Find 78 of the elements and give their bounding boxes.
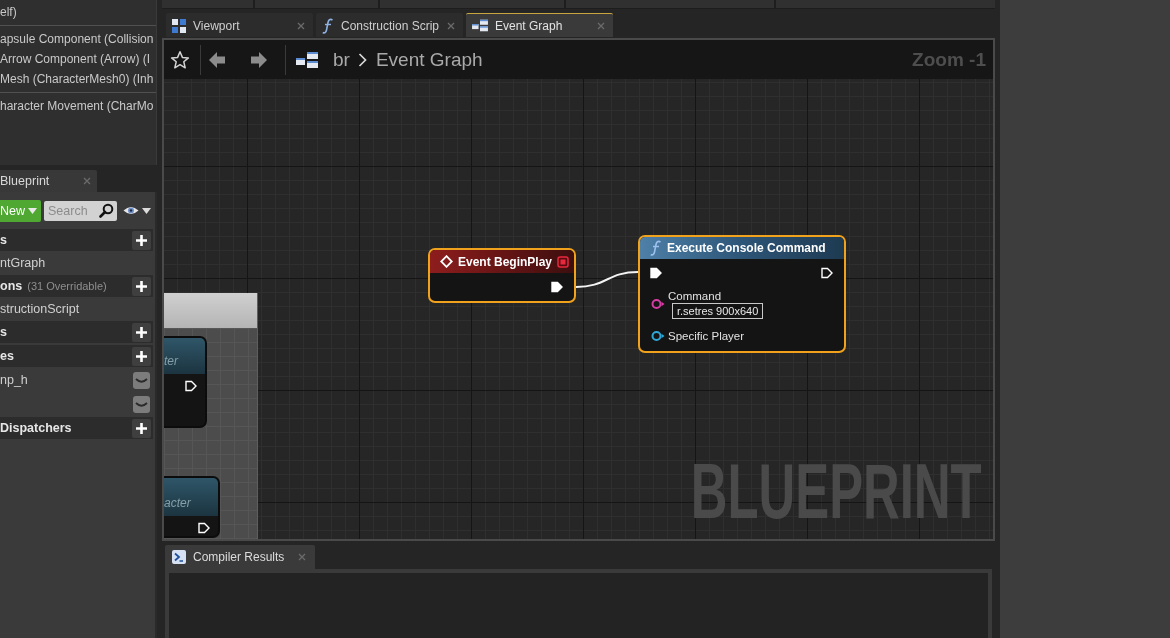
- exec-pin-icon[interactable]: [185, 380, 197, 392]
- node-title: Event BeginPlay: [458, 254, 553, 269]
- graph-node[interactable]: ter: [164, 336, 207, 428]
- component-item[interactable]: Arrow Component (Arrow) (I: [0, 49, 156, 69]
- caret-icon: [142, 207, 151, 214]
- ring-pin-icon[interactable]: [651, 298, 665, 310]
- search-field[interactable]: Search: [44, 200, 117, 221]
- back-arrow-icon[interactable]: [208, 50, 226, 69]
- section-title: ons: [0, 279, 23, 293]
- graph-item[interactable]: structionScript: [0, 299, 153, 319]
- plus-icon: [136, 422, 147, 434]
- breadcrumb-item[interactable]: br: [333, 48, 350, 71]
- caret-icon: [28, 207, 37, 214]
- plus-icon: [136, 350, 147, 362]
- editor-tab[interactable]: Construction Scrip: [316, 13, 463, 37]
- add-button[interactable]: [132, 418, 151, 438]
- zoom-label: Zoom -1: [912, 48, 986, 71]
- view-options-button[interactable]: [123, 205, 151, 216]
- viewport-icon: [172, 18, 186, 33]
- graph-node[interactable]: Execute Console Command Command r.setres 900x640 Specific Player: [638, 235, 846, 353]
- close-icon[interactable]: [297, 21, 305, 30]
- diamond-icon: [440, 255, 453, 268]
- component-item[interactable]: Mesh (CharacterMesh0) (Inh: [0, 69, 156, 89]
- graph-icon: [472, 19, 488, 32]
- component-item[interactable]: elf): [0, 2, 156, 22]
- plus-icon: [136, 326, 147, 338]
- square-pin-icon[interactable]: [557, 255, 569, 268]
- component-item[interactable]: apsule Component (Collision: [0, 29, 156, 49]
- section-header[interactable]: es: [0, 345, 153, 367]
- exec-pin-icon[interactable]: [198, 522, 210, 534]
- section-title: Dispatchers: [0, 421, 72, 435]
- section-header[interactable]: Dispatchers: [0, 417, 153, 439]
- chevron-icon: [357, 52, 367, 67]
- graph-item[interactable]: ntGraph: [0, 253, 153, 273]
- exec-pin-icon[interactable]: [821, 267, 833, 279]
- graph-node[interactable]: acter: [164, 476, 220, 538]
- section-title: s: [0, 233, 7, 247]
- add-button[interactable]: [132, 346, 151, 366]
- section-title: es: [0, 349, 14, 363]
- editor-tab[interactable]: Event Graph: [466, 13, 613, 37]
- graph-icon: [296, 50, 318, 69]
- value-field[interactable]: r.setres 900x640: [672, 303, 764, 319]
- add-button[interactable]: [132, 276, 151, 296]
- variable-name[interactable]: np_h: [0, 373, 28, 387]
- ring-pin-icon[interactable]: [651, 330, 665, 342]
- pin-label: Command: [668, 289, 722, 303]
- breadcrumb-item[interactable]: Event Graph: [375, 48, 483, 71]
- pin-label: Specific Player: [668, 329, 745, 344]
- eye-icon: [123, 205, 139, 216]
- graph-node[interactable]: Event BeginPlay: [428, 248, 576, 303]
- close-icon[interactable]: [447, 21, 455, 30]
- closed-eye-icon[interactable]: [133, 371, 150, 389]
- plus-icon: [136, 234, 147, 246]
- exec-pin-icon[interactable]: [650, 267, 662, 279]
- forward-arrow-icon[interactable]: [250, 50, 268, 69]
- node-title: ter: [164, 354, 178, 368]
- section-count: (31 Overridable): [27, 280, 107, 292]
- section-header[interactable]: ons (31 Overridable): [0, 275, 153, 297]
- component-item[interactable]: haracter Movement (CharMo: [0, 96, 156, 116]
- add-button[interactable]: [132, 230, 151, 250]
- panel-tab[interactable]: Compiler Results: [165, 545, 315, 569]
- exec-pin-icon[interactable]: [551, 281, 563, 293]
- wire: [575, 271, 639, 288]
- function-icon: [650, 240, 662, 256]
- star-icon[interactable]: [170, 49, 190, 70]
- console-icon: [172, 550, 186, 564]
- closed-eye-icon[interactable]: [133, 395, 150, 413]
- section-header[interactable]: s: [0, 321, 153, 343]
- panel-tab[interactable]: Blueprint: [0, 170, 97, 192]
- search-icon[interactable]: [99, 203, 114, 218]
- section-header[interactable]: s: [0, 229, 153, 251]
- add-button[interactable]: [132, 322, 151, 342]
- node-title: Execute Console Command: [667, 241, 826, 255]
- function-icon: [322, 17, 334, 34]
- plus-icon: [136, 280, 147, 292]
- section-title: s: [0, 325, 7, 339]
- editor-tab[interactable]: Viewport: [166, 13, 313, 37]
- node-title: acter: [164, 496, 191, 510]
